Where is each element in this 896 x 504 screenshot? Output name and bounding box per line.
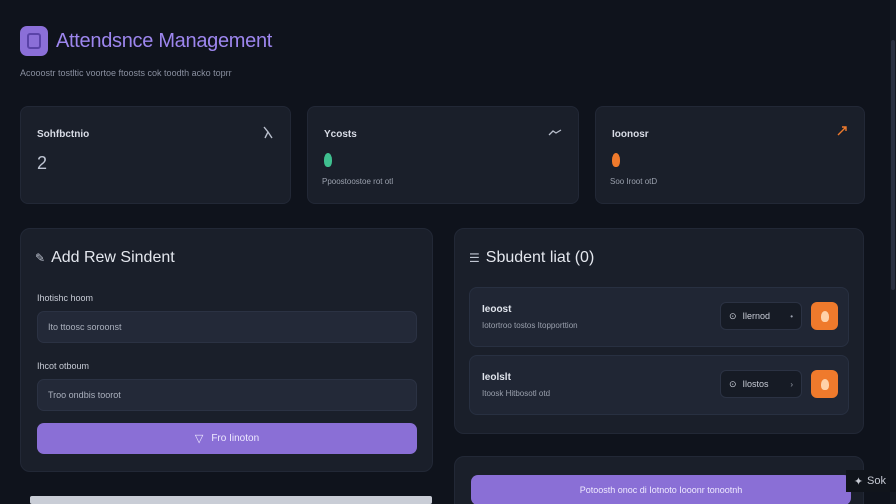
scrollbar-thumb[interactable] xyxy=(891,40,895,290)
user-icon xyxy=(262,125,274,142)
trash-icon xyxy=(820,310,829,322)
stat-note: Ppoostoostoe rot otl xyxy=(322,177,394,186)
student-name: Ieoost xyxy=(482,304,512,315)
stat-value: 2 xyxy=(37,153,48,173)
id-field-label: Ihcot otboum xyxy=(37,361,90,371)
stat-card-absent: Ioonosr Soo Iroot otD xyxy=(595,106,865,204)
delete-student-button[interactable] xyxy=(811,302,838,330)
actions-panel: Potoosth onoc di Iotnoto Iooonr tonootnh xyxy=(454,456,864,504)
student-name-input[interactable]: Ito ttoosc soroonst xyxy=(37,311,417,343)
bottom-strip xyxy=(30,496,432,504)
add-student-title: ✎ Add Rew Sindent xyxy=(35,249,175,266)
star-icon: ✦ xyxy=(853,475,864,488)
chevron-down-icon: › xyxy=(790,379,793,389)
stat-note: Soo Iroot otD xyxy=(610,177,658,186)
student-meta: Itoosk Hitbosotl otd xyxy=(482,389,551,398)
scrollbar[interactable] xyxy=(890,0,896,504)
flame-icon xyxy=(836,125,848,140)
stat-card-present: Ycosts Ppoostoostoe rot otl xyxy=(307,106,579,204)
stat-label: Ycosts xyxy=(324,129,357,140)
add-student-panel: ✎ Add Rew Sindent Ihotishc hoom Ito ttoo… xyxy=(20,228,433,472)
trend-icon xyxy=(548,125,562,140)
student-row: Ieoost Iotortroo tostos Itopporttion ⊙ I… xyxy=(469,287,849,347)
delete-student-button[interactable] xyxy=(811,370,838,398)
user-plus-icon: ✎ xyxy=(35,251,46,265)
app-header: Attendsnce Management xyxy=(20,26,272,56)
student-row: Ieolslt Itoosk Hitbosotl otd ⊙ Ilostos › xyxy=(469,355,849,415)
student-name: Ieolslt xyxy=(482,372,511,383)
stat-label: Sohfbctnio xyxy=(37,129,90,140)
users-icon: ☰ xyxy=(469,251,480,265)
name-field-label: Ihotishc hoom xyxy=(37,293,94,303)
filter-icon: ▽ xyxy=(194,433,204,445)
stat-card-students: Sohfbctnio 2 xyxy=(20,106,291,204)
status-icon: ⊙ xyxy=(729,310,737,321)
watermark-badge: ✦ Sok xyxy=(845,470,896,492)
app-subtitle: Acooostr tostltic voortoe ftoosts cok to… xyxy=(20,68,232,78)
student-meta: Iotortroo tostos Itopporttion xyxy=(482,321,578,330)
student-list-title: ☰ Sbudent liat (0) xyxy=(469,249,595,266)
check-icon xyxy=(324,153,332,167)
attendance-status-select[interactable]: ⊙ Ilostos › xyxy=(720,370,802,398)
student-id-input[interactable]: Troo ondbis toorot xyxy=(37,379,417,411)
alert-icon xyxy=(612,153,620,167)
save-attendance-button[interactable]: Potoosth onoc di Iotnoto Iooonr tonootnh xyxy=(471,475,851,504)
add-student-button[interactable]: ▽ Fro Iinoton xyxy=(37,423,417,454)
app-logo-icon xyxy=(20,26,48,56)
stat-label: Ioonosr xyxy=(612,129,649,140)
trash-icon xyxy=(820,378,829,390)
status-icon: ⊙ xyxy=(729,378,737,389)
student-list-panel: ☰ Sbudent liat (0) Ieoost Iotortroo tost… xyxy=(454,228,864,434)
app-title: Attendsnce Management xyxy=(56,29,273,52)
chevron-down-icon: • xyxy=(790,311,793,321)
attendance-status-select[interactable]: ⊙ Ilernod • xyxy=(720,302,802,330)
